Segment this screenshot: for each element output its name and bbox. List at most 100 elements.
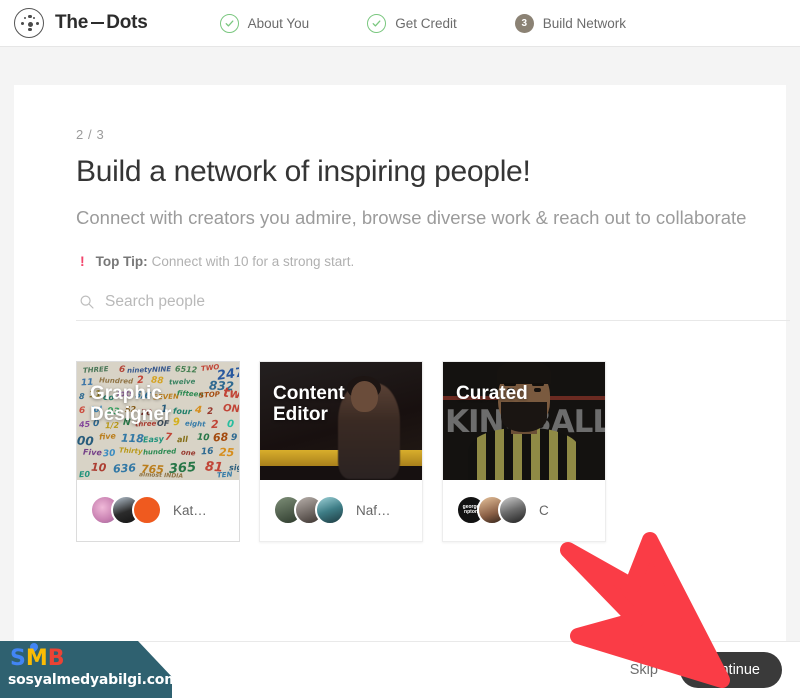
tip-label: Top Tip: — [96, 254, 148, 269]
graffiti-text: four — [173, 406, 192, 416]
step-label: Build Network — [543, 16, 626, 31]
graffiti-text: 6 — [79, 406, 86, 416]
check-icon — [367, 14, 386, 33]
people-card-list: THREE6ninetyNINE6512TWO247FRIN11Hundred2… — [76, 361, 786, 542]
onboarding-screen: The Dots About You G — [0, 0, 800, 698]
graffiti-text: 4 — [195, 405, 203, 417]
graffiti-text: 9 — [173, 417, 181, 429]
card-artwork-photo: Content Editor — [260, 362, 422, 480]
graffiti-text: two — [222, 385, 239, 403]
graffiti-text: five — [99, 431, 117, 441]
card-footer: Kat… — [77, 480, 239, 541]
avatar — [132, 495, 162, 525]
graffiti-text: 10 — [197, 432, 210, 443]
card-artwork-graffiti: THREE6ninetyNINE6512TWO247FRIN11Hundred2… — [77, 362, 239, 480]
graffiti-text: 68 — [213, 430, 229, 444]
eye-shape — [534, 388, 541, 392]
card-graphic-designer[interactable]: THREE6ninetyNINE6512TWO247FRIN11Hundred2… — [76, 361, 240, 542]
step-get-credit[interactable]: Get Credit — [367, 14, 457, 33]
brand-name: The Dots — [55, 12, 148, 34]
card-category: Graphic Designer — [90, 383, 171, 426]
graffiti-text: 30 — [103, 448, 116, 459]
graffiti-text: 00 — [77, 433, 94, 448]
graffiti-text: TEN — [217, 470, 233, 479]
step-label: About You — [248, 16, 310, 31]
graffiti-text: 118 — [121, 431, 144, 445]
skip-button[interactable]: Skip — [630, 662, 658, 678]
graffiti-text: 2 — [207, 407, 214, 417]
graffiti-text: STOP — [199, 390, 220, 399]
card-category-line2: Designer — [90, 404, 171, 425]
dots-circle-logo-icon — [14, 8, 44, 38]
graffiti-text: almost INDIA — [139, 471, 183, 480]
footer-bar: Skip Continue — [0, 641, 800, 698]
graffiti-text: 0 — [227, 419, 235, 430]
head-shape — [351, 381, 378, 412]
card-category-line1: Graphic — [90, 383, 171, 404]
card-category: Content Editor — [273, 383, 345, 426]
avatar-group: georgenpton — [456, 495, 528, 525]
graffiti-text: 10 — [91, 460, 107, 474]
avatar — [315, 495, 345, 525]
graffiti-text: 45 — [79, 419, 91, 429]
graffiti-text: 6512 — [175, 364, 198, 374]
brand-logo[interactable]: The Dots — [14, 8, 148, 38]
graffiti-text: twelve — [169, 377, 196, 386]
search-bar[interactable] — [76, 293, 790, 321]
graffiti-text: 7 — [165, 432, 173, 444]
step-number-badge: 3 — [515, 14, 534, 33]
card-category-line2: Editor — [273, 404, 345, 425]
graffiti-text: 6 — [118, 365, 125, 376]
graffiti-text: E0 — [79, 470, 90, 480]
graffiti-text: all — [177, 435, 188, 444]
graffiti-text: ninetyNINE — [127, 365, 171, 375]
brow-shape — [532, 383, 544, 386]
graffiti-text: Thirty — [119, 446, 143, 455]
graffiti-text: eight — [185, 419, 206, 428]
card-person-name: Kat… — [173, 503, 207, 518]
app-header: The Dots About You G — [0, 0, 800, 47]
graffiti-text: Easy — [143, 434, 164, 444]
graffiti-text: 2 — [211, 418, 219, 431]
exclamation-icon: ! — [80, 253, 85, 269]
top-tip: ! Top Tip: Connect with 10 for a strong … — [76, 253, 786, 269]
card-category-line1: Curated — [456, 383, 528, 404]
brand-name-second: Dots — [106, 12, 147, 34]
search-icon — [79, 294, 95, 310]
graffiti-text: THREE — [83, 365, 109, 375]
hair-shape — [497, 362, 551, 384]
card-content-editor[interactable]: Content Editor Naf… — [259, 361, 423, 542]
graffiti-text: 636 — [113, 461, 137, 475]
page-title: Build a network of inspiring people! — [76, 155, 786, 189]
step-about-you[interactable]: About You — [220, 14, 310, 33]
card-curated[interactable]: KING BALL Curated — [442, 361, 606, 542]
progress-steps: About You Get Credit 3 Build Network — [220, 14, 626, 33]
graffiti-text: ONE! — [223, 403, 239, 416]
graffiti-text: 9 — [231, 433, 238, 443]
step-build-network[interactable]: 3 Build Network — [515, 14, 626, 33]
step-label: Get Credit — [395, 16, 457, 31]
card-category-line1: Content — [273, 383, 345, 404]
card-artwork-footballer: KING BALL Curated — [443, 362, 605, 480]
graffiti-text: 16 — [201, 446, 214, 457]
graffiti-text: 8 — [79, 392, 85, 401]
continue-button[interactable]: Continue — [680, 652, 782, 688]
card-person-name: C — [539, 503, 549, 518]
graffiti-text: one — [181, 448, 196, 457]
beard-shape — [501, 402, 547, 432]
card-footer: georgenpton C — [443, 480, 605, 541]
page-subtitle: Connect with creators you admire, browse… — [76, 205, 766, 232]
avatar-group — [273, 495, 345, 525]
main-panel: 2 / 3 Build a network of inspiring peopl… — [14, 85, 786, 641]
search-input[interactable] — [105, 293, 705, 311]
graffiti-text: hundred — [143, 447, 176, 456]
check-icon — [220, 14, 239, 33]
jersey-shape — [468, 428, 580, 480]
card-category: Curated — [456, 383, 528, 404]
step-counter: 2 / 3 — [76, 127, 786, 142]
card-person-name: Naf… — [356, 503, 391, 518]
brand-name-first: The — [55, 12, 88, 34]
avatar-group — [90, 495, 162, 525]
brand-dash — [91, 22, 104, 24]
graffiti-text: 25 — [219, 446, 235, 460]
